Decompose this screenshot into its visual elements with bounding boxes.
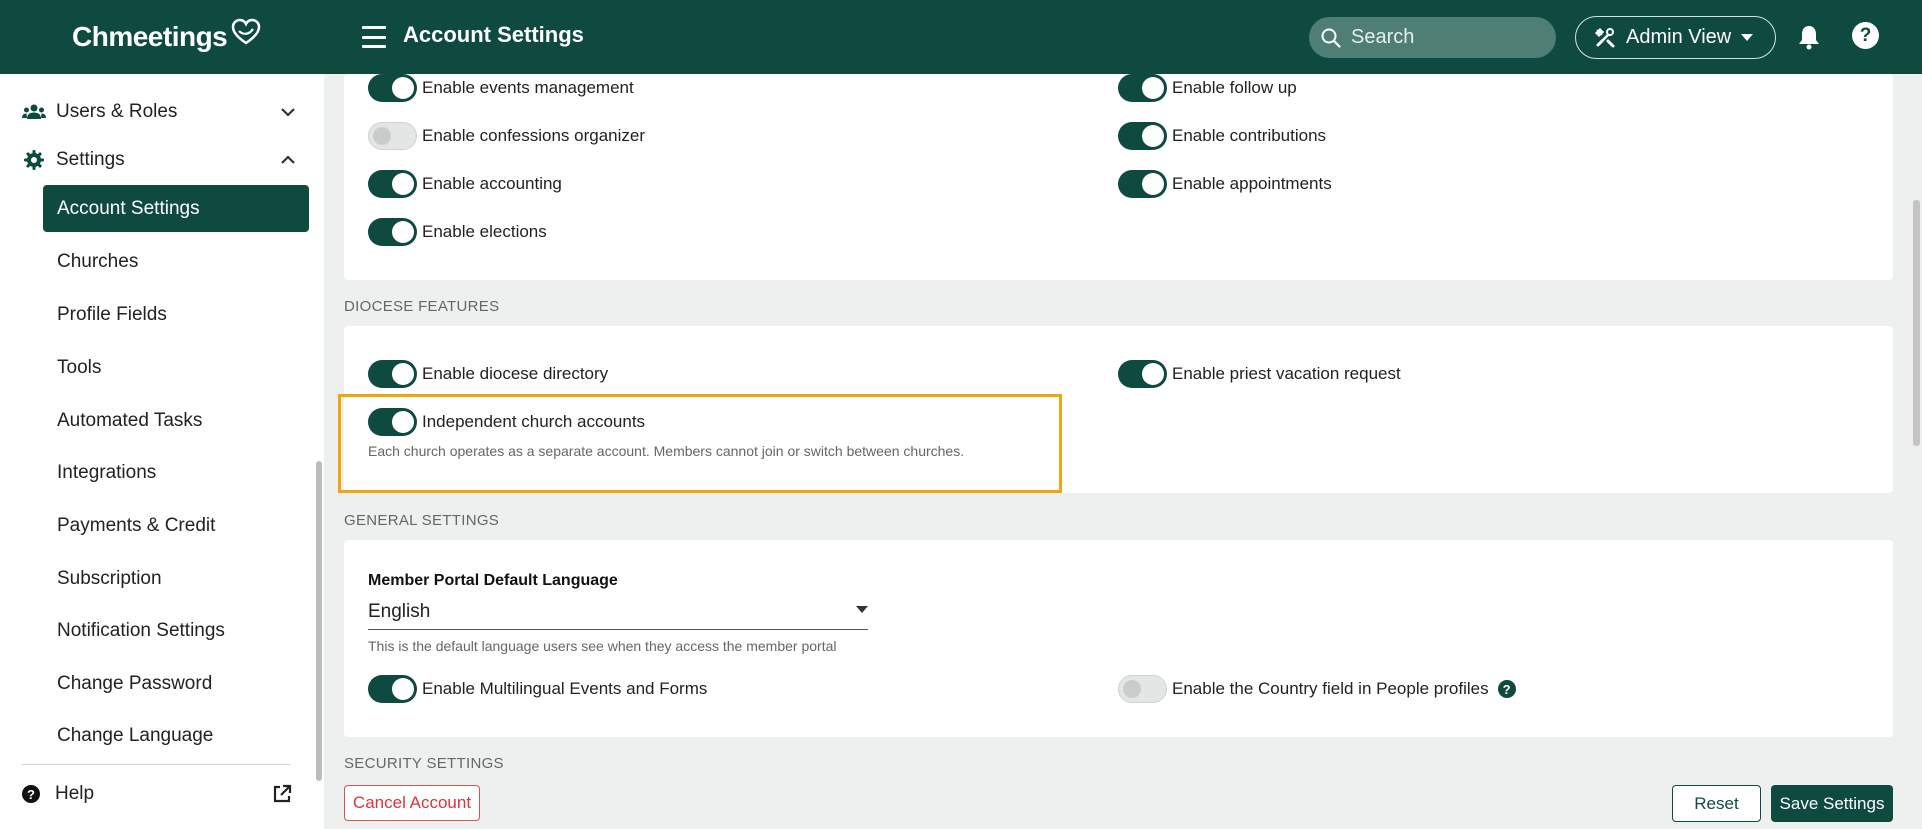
logo[interactable]: Chmeetings (72, 16, 263, 58)
toggle-label: Enable accounting (422, 174, 562, 193)
toggle-events-management[interactable]: Enable events management (368, 72, 634, 104)
search-box[interactable] (1309, 17, 1556, 58)
section-title-general: GENERAL SETTINGS (344, 512, 500, 529)
help-icon: ? (22, 785, 40, 803)
sidebar-item-profile-fields[interactable]: Profile Fields (43, 291, 309, 338)
tools-icon (1594, 27, 1615, 47)
sidebar-item-tools[interactable]: Tools (43, 344, 309, 391)
toggle-diocese-directory[interactable]: Enable diocese directory (368, 358, 608, 390)
toggle-label: Enable priest vacation request (1172, 364, 1401, 383)
sidebar-scrollbar[interactable] (316, 461, 322, 781)
sidebar-item-label: Help (55, 783, 95, 804)
chevron-down-icon (281, 108, 295, 117)
toggle-label: Enable diocese directory (422, 364, 609, 383)
admin-view-dropdown[interactable]: Admin View (1575, 16, 1776, 59)
language-field-label: Member Portal Default Language (368, 572, 618, 589)
toggle-switch[interactable] (1118, 170, 1167, 198)
sidebar-item-label: Users & Roles (56, 101, 178, 122)
logo-text: Chmeetings (72, 21, 228, 52)
sidebar-item-payments-credit[interactable]: Payments & Credit (43, 502, 309, 549)
sidebar-item-settings[interactable]: Settings (22, 140, 295, 180)
external-link-icon (273, 784, 292, 803)
logo-heart-icon (231, 18, 261, 45)
toggle-switch[interactable] (368, 74, 417, 102)
sidebar-item-users-roles[interactable]: Users & Roles (22, 92, 295, 132)
toggle-elections[interactable]: Enable elections (368, 216, 547, 248)
toggle-multilingual-events[interactable]: Enable Multilingual Events and Forms (368, 673, 707, 705)
menu-icon[interactable] (362, 26, 386, 48)
toggle-switch[interactable] (368, 360, 417, 388)
toggle-label: Enable follow up (1172, 78, 1297, 97)
language-select[interactable]: English (368, 594, 868, 630)
language-select-value: English (368, 600, 431, 622)
independent-description: Each church operates as a separate accou… (368, 443, 965, 459)
sidebar-item-churches[interactable]: Churches (43, 238, 309, 285)
section-title-diocese: DIOCESE FEATURES (344, 298, 500, 315)
toggle-label: Enable contributions (1172, 126, 1327, 145)
users-icon (22, 102, 46, 122)
toggle-independent-church-accounts[interactable]: Independent church accounts (368, 406, 645, 438)
chevron-up-icon (281, 155, 295, 164)
toggle-contributions[interactable]: Enable contributions (1118, 120, 1326, 152)
toggle-switch[interactable] (368, 218, 417, 246)
toggle-label: Enable appointments (1172, 174, 1332, 193)
toggle-appointments[interactable]: Enable appointments (1118, 168, 1332, 200)
reset-button[interactable]: Reset (1672, 785, 1761, 822)
sidebar-item-change-password[interactable]: Change Password (43, 660, 309, 707)
sidebar-item-automated-tasks[interactable]: Automated Tasks (43, 397, 309, 444)
search-input[interactable] (1351, 26, 1541, 49)
toggle-switch[interactable] (368, 675, 417, 703)
toggle-switch[interactable] (1118, 122, 1167, 150)
toggle-switch[interactable] (1118, 74, 1167, 102)
sidebar-item-account-settings[interactable]: Account Settings (43, 185, 309, 232)
toggle-country-field[interactable]: Enable the Country field in People profi… (1118, 673, 1516, 705)
toggle-priest-vacation[interactable]: Enable priest vacation request (1118, 358, 1401, 390)
toggle-accounting[interactable]: Enable accounting (368, 168, 562, 200)
cancel-account-button[interactable]: Cancel Account (344, 785, 480, 821)
toggle-label: Enable confessions organizer (422, 126, 646, 145)
sidebar: Users & Roles Settings Account Settings … (0, 74, 324, 829)
chevron-down-icon (1741, 34, 1754, 41)
sidebar-divider (22, 764, 290, 765)
sidebar-item-help[interactable]: ? Help (22, 776, 292, 812)
sidebar-item-integrations[interactable]: Integrations (43, 449, 309, 496)
question-icon[interactable]: ? (1497, 680, 1516, 698)
toggle-confessions-organizer[interactable]: Enable confessions organizer (368, 120, 645, 152)
toggle-label: Enable the Country field in People profi… (1172, 679, 1489, 698)
help-icon[interactable]: ? (1852, 22, 1879, 49)
main-scrollbar[interactable] (1913, 200, 1920, 446)
gear-icon (22, 150, 46, 170)
toggle-follow-up[interactable]: Enable follow up (1118, 72, 1297, 104)
language-help-text: This is the default language users see w… (368, 638, 837, 654)
chevron-down-icon (856, 606, 868, 613)
sidebar-item-notification-settings[interactable]: Notification Settings (43, 607, 309, 654)
toggle-switch[interactable] (1118, 360, 1167, 388)
search-icon (1321, 28, 1341, 48)
sidebar-item-label: Settings (56, 149, 125, 170)
section-title-security: SECURITY SETTINGS (344, 755, 504, 772)
toggle-label: Enable Multilingual Events and Forms (422, 679, 708, 698)
toggle-switch[interactable] (368, 408, 417, 436)
save-settings-button[interactable]: Save Settings (1771, 785, 1893, 822)
page-title: Account Settings (403, 22, 584, 47)
toggle-switch[interactable] (1118, 675, 1167, 703)
admin-view-label: Admin View (1626, 26, 1732, 48)
toggle-label: Enable elections (422, 222, 547, 241)
toggle-label: Enable events management (422, 78, 634, 97)
toggle-switch[interactable] (368, 122, 417, 150)
toggle-label: Independent church accounts (422, 412, 646, 431)
toggle-switch[interactable] (368, 170, 417, 198)
sidebar-item-change-language[interactable]: Change Language (43, 712, 309, 759)
top-bar: Chmeetings Account Settings Admin View ? (0, 0, 1922, 74)
sidebar-item-subscription[interactable]: Subscription (43, 555, 309, 602)
bell-icon[interactable] (1797, 24, 1821, 55)
